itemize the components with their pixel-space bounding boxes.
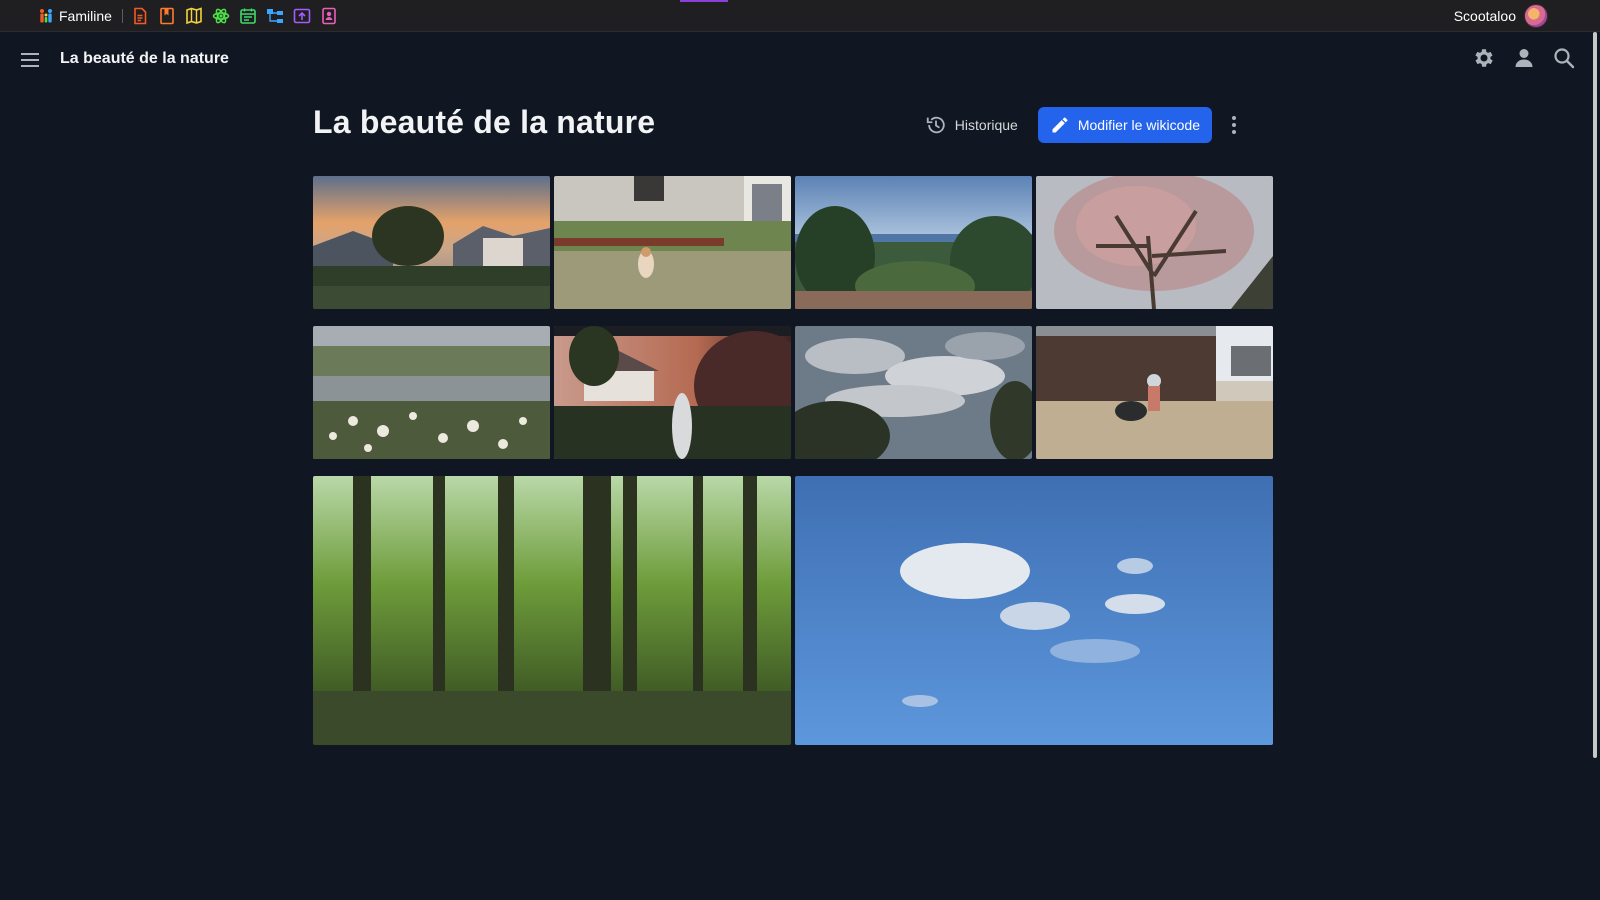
photo-cloudy-sky[interactable] bbox=[795, 326, 1032, 459]
contact-icon[interactable] bbox=[320, 7, 338, 25]
page-title: La beauté de la nature bbox=[313, 104, 656, 140]
app-switcher bbox=[131, 7, 338, 25]
top-app-bar: Familine Scootaloo bbox=[0, 0, 1600, 32]
header-page-name: La beauté de la nature bbox=[60, 50, 229, 67]
hamburger-menu-icon[interactable] bbox=[18, 48, 42, 72]
history-icon bbox=[926, 116, 945, 134]
calendar-icon[interactable] bbox=[239, 7, 257, 25]
edit-wikicode-label: Modifier le wikicode bbox=[1077, 117, 1200, 133]
photo-blue-sky[interactable] bbox=[795, 476, 1273, 745]
history-button[interactable]: Historique bbox=[917, 107, 1026, 143]
photo-sunset-garden[interactable] bbox=[554, 326, 791, 459]
avatar bbox=[1524, 4, 1548, 28]
map-icon[interactable] bbox=[185, 7, 203, 25]
page-header: La beauté de la nature bbox=[0, 32, 1590, 88]
photo-landscape-view[interactable] bbox=[795, 176, 1032, 309]
photo-sunset-houses[interactable] bbox=[313, 176, 550, 309]
gallery-row bbox=[313, 326, 1273, 459]
app-separator bbox=[122, 9, 123, 23]
photo-cat-in-yard[interactable] bbox=[554, 176, 791, 309]
search-icon[interactable] bbox=[1552, 46, 1576, 70]
history-label: Historique bbox=[954, 117, 1018, 133]
photo-gallery bbox=[313, 176, 1273, 762]
atom-icon[interactable] bbox=[212, 7, 230, 25]
family-icon bbox=[40, 9, 52, 23]
account-icon[interactable] bbox=[1512, 46, 1536, 70]
more-options-button[interactable] bbox=[1224, 107, 1244, 143]
photo-green-forest[interactable] bbox=[313, 476, 791, 745]
gear-icon[interactable] bbox=[1472, 46, 1496, 70]
user-name: Scootaloo bbox=[1453, 8, 1516, 24]
active-indicator bbox=[680, 0, 728, 2]
edit-wikicode-button[interactable]: Modifier le wikicode bbox=[1037, 107, 1212, 143]
upload-icon[interactable] bbox=[293, 7, 311, 25]
header-actions bbox=[1472, 46, 1576, 70]
brand-link[interactable]: Familine bbox=[38, 0, 112, 32]
page-actions: Historique Modifier le wikicode bbox=[917, 107, 1244, 143]
photo-pond-flowers[interactable] bbox=[313, 326, 550, 459]
sitemap-icon[interactable] bbox=[266, 7, 284, 25]
gallery-row bbox=[313, 476, 1273, 745]
vertical-scrollbar[interactable] bbox=[1590, 32, 1600, 900]
brand-label: Familine bbox=[59, 8, 112, 24]
photo-dog-in-stable[interactable] bbox=[1036, 326, 1273, 459]
scrollbar-thumb[interactable] bbox=[1593, 32, 1597, 758]
vertical-dots-icon bbox=[1232, 116, 1236, 134]
gallery-row bbox=[313, 176, 1273, 309]
bookmark-icon[interactable] bbox=[158, 7, 176, 25]
pencil-icon bbox=[1052, 117, 1068, 133]
user-menu[interactable]: Scootaloo bbox=[1454, 0, 1548, 32]
document-icon[interactable] bbox=[131, 7, 149, 25]
photo-blossom-tree[interactable] bbox=[1036, 176, 1273, 309]
